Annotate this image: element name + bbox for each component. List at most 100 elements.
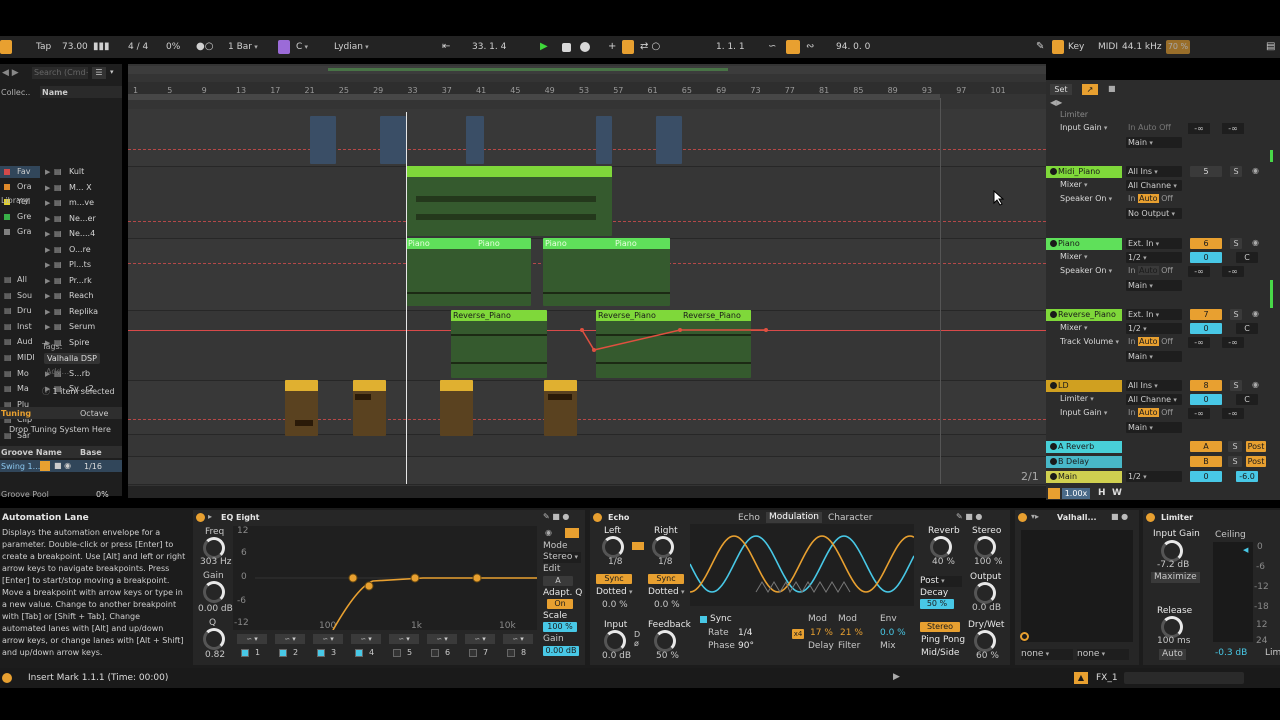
groove-amount[interactable]: 0% [166,40,180,54]
right-offset[interactable]: 0.0 % [654,600,680,611]
left-time-knob[interactable] [602,536,624,558]
lane-b-delay[interactable] [128,457,1046,485]
band-on-toggle[interactable] [393,649,401,657]
track-activator-icon[interactable] [1050,382,1057,389]
device-on-icon[interactable] [196,513,205,522]
library-item[interactable]: ▤ All [0,274,40,286]
return-b-post[interactable]: Post [1246,456,1266,467]
collection-item[interactable]: Gra [0,226,40,238]
groove-pool-pct[interactable]: 0% [96,490,109,499]
monitor-auto[interactable]: Auto [1137,266,1159,275]
library-item[interactable]: ▤ Aud [0,336,40,348]
song-position[interactable]: 33. 1. 4 [472,40,506,54]
device-menu-icons[interactable]: ✎ ■ ● [543,512,569,521]
loop-start[interactable]: 1. 1. 1 [716,40,745,54]
library-item[interactable]: ▤ Inst [0,321,40,333]
stop-icon[interactable] [562,43,571,52]
groove-base[interactable]: 1/16 [84,462,102,471]
output-select[interactable]: Main [1126,280,1182,291]
rate-value[interactable]: 1/4 [738,628,752,639]
play-icon[interactable]: ▶ [540,40,548,54]
name-header[interactable]: Name [42,88,68,97]
solo-button[interactable]: S [1230,238,1242,249]
off-label[interactable]: Off [1159,123,1171,132]
param-chooser[interactable]: Speaker On [1060,266,1112,275]
output-gain-value[interactable]: 0.00 dB [543,646,579,656]
bar-number[interactable]: 37 [442,86,452,95]
bar-number[interactable]: 45 [510,86,520,95]
return-a-solo[interactable]: S [1228,441,1242,452]
bar-number[interactable]: 41 [476,86,486,95]
clip-prev[interactable] [310,116,336,164]
ceiling-meter[interactable]: ◀ [1213,542,1253,642]
bar-number[interactable]: 29 [373,86,383,95]
clip-ld[interactable] [544,380,577,436]
echo-tab[interactable]: Echo [738,513,760,524]
input-channel-select[interactable]: 1/2 [1126,252,1182,263]
filter-type-icon[interactable]: ∽ ▾ [313,634,343,644]
time-signature[interactable]: 4 / 4 [128,40,148,54]
eq-band[interactable]: ∽ ▾ 5 [389,634,423,660]
send-a-field[interactable]: -∞ [1188,408,1210,419]
send-b-field[interactable]: -∞ [1222,266,1244,277]
return-a-reverb[interactable]: A Reverb [1046,441,1122,453]
browser-item[interactable]: ▶ ▤ O...re [44,244,122,256]
solo-button[interactable]: S [1230,380,1242,391]
x4-toggle[interactable]: x4 [792,629,804,639]
fold-icon[interactable]: ▾▸ [1031,512,1039,521]
collection-item[interactable]: Gre [0,211,40,223]
band-on-toggle[interactable] [355,649,363,657]
automation-envelope[interactable] [570,322,770,356]
monitor-row[interactable]: In Auto Off [1128,337,1173,346]
adapt-q-toggle[interactable]: On [547,599,573,609]
lock-icon[interactable]: ■ [1108,84,1116,93]
browser-item[interactable]: ▶ ▤ Ne...er [44,213,122,225]
input-value[interactable]: 0.0 dB [602,651,631,662]
collection-item[interactable]: Ora [0,181,40,193]
filter-type-icon[interactable]: ∽ ▾ [351,634,381,644]
monitor-off[interactable]: Off [1161,408,1173,417]
midi-map-label[interactable]: MIDI [1098,40,1118,54]
send-b-field[interactable]: -∞ [1222,337,1244,348]
eq-band[interactable]: ∽ ▾ 2 [275,634,309,660]
output-select[interactable]: Main [1126,422,1182,433]
bar-number[interactable]: 89 [888,86,898,95]
send-a-field[interactable]: -∞ [1188,337,1210,348]
zoom-level[interactable]: 1.00x [1062,488,1090,499]
monitor-in[interactable]: In [1128,266,1135,275]
plugin-config-icon[interactable] [1020,632,1029,641]
fold-icon[interactable]: ▸ [208,512,212,521]
stereo-mode-button[interactable]: Stereo [920,622,960,632]
automation-line[interactable] [128,149,1046,150]
track-name-header[interactable]: Piano [1046,238,1122,250]
return-b-letter[interactable]: B [1190,456,1222,467]
track-number-button[interactable]: 7 [1190,309,1222,320]
eq-band[interactable]: ∽ ▾ 4 [351,634,385,660]
input-channel-select[interactable]: All Channe [1126,394,1182,405]
solo-button[interactable]: S [1230,309,1242,320]
monitor-row[interactable]: In Auto Off [1128,408,1173,417]
clip-reverse-piano-1[interactable]: Reverse_Piano [451,310,547,378]
playhead[interactable] [406,112,407,484]
bar-number[interactable]: 93 [922,86,932,95]
groove-save-icon[interactable]: ■ ◉ [54,461,71,470]
browser-menu-icon[interactable]: ▾ [110,68,114,76]
monitor-off[interactable]: Off [1161,266,1173,275]
key-map-label[interactable]: Key [1068,40,1084,54]
lane-prev-track[interactable] [128,109,1046,167]
eq-band[interactable]: ∽ ▾ 1 [237,634,271,660]
clip-ld[interactable] [285,380,318,436]
right-value[interactable]: 1/8 [658,557,672,568]
overview-strip[interactable] [128,66,1046,74]
filter-type-icon[interactable]: ∽ ▾ [503,634,533,644]
collection-item[interactable]: Fav [0,166,40,178]
library-item[interactable]: ▤ Dru [0,305,40,317]
bar-number[interactable]: 49 [545,86,555,95]
bar-number[interactable]: 101 [991,86,1006,95]
lane-a-reverb[interactable] [128,435,1046,457]
right-mode-select[interactable]: Dotted [648,587,685,598]
track-activator-icon[interactable] [1050,168,1057,175]
library-item[interactable]: ▤ Sou [0,290,40,302]
follow-icon[interactable]: ⇤ [442,40,450,54]
auto-label[interactable]: Auto [1138,123,1157,132]
